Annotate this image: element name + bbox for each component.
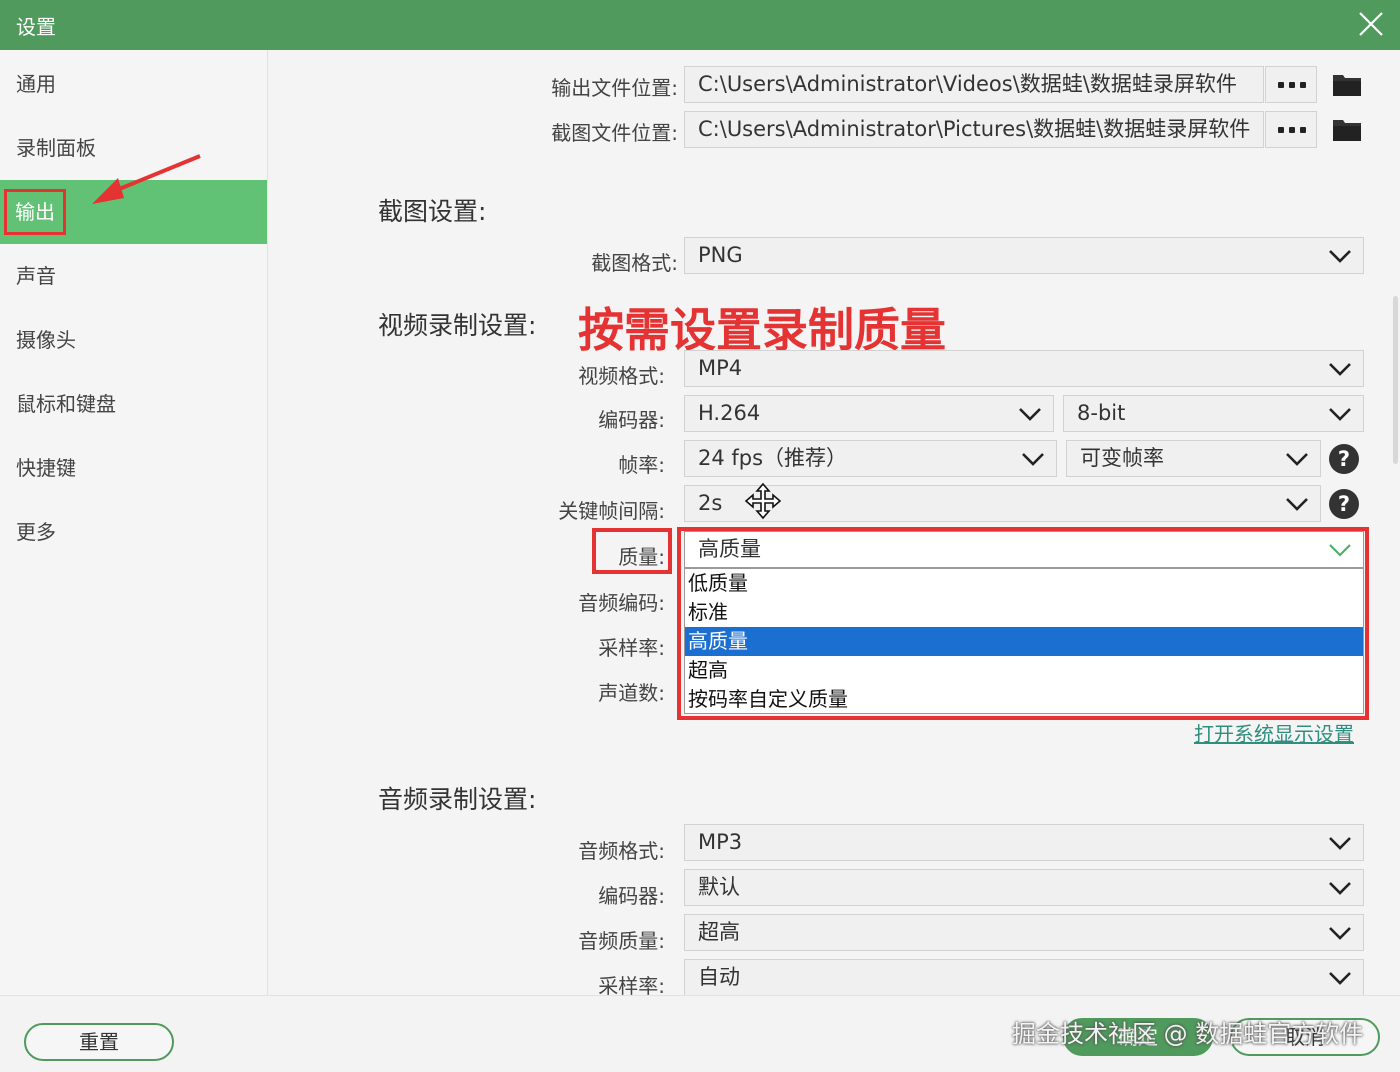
framerate-mode-select[interactable]: 可变帧率 [1066, 440, 1321, 477]
title-bar: 设置 [0, 0, 1400, 50]
audio-quality-label: 音频质量: [578, 929, 665, 953]
sidebar-item-label: 录制面板 [16, 136, 96, 160]
screenshot-settings-heading: 截图设置: [378, 197, 487, 226]
chevron-down-icon [1022, 453, 1044, 466]
keyframe-interval-label: 关键帧间隔: [558, 499, 665, 523]
window-title: 设置 [16, 15, 56, 39]
reset-button[interactable]: 重置 [24, 1023, 174, 1061]
framerate-value: 24 fps（推荐） [698, 446, 848, 470]
framerate-mode-value: 可变帧率 [1080, 446, 1164, 470]
audio-sample-rate-value: 自动 [698, 965, 740, 989]
sidebar-item-label: 声音 [16, 264, 56, 288]
sidebar-item-sound[interactable]: 声音 [0, 244, 267, 308]
audio-settings-heading: 音频录制设置: [378, 785, 537, 814]
chevron-down-icon [1329, 408, 1351, 421]
move-cursor-icon [744, 482, 782, 520]
video-path-label: 输出文件位置: [551, 76, 678, 100]
close-icon[interactable] [1356, 9, 1386, 39]
chevron-down-icon [1329, 972, 1351, 985]
open-folder-icon[interactable] [1332, 71, 1362, 97]
video-encoder-label: 编码器: [598, 408, 665, 432]
channels-label: 声道数: [598, 681, 665, 705]
sidebar-item-label: 通用 [16, 72, 56, 96]
chevron-down-icon [1286, 498, 1308, 511]
video-encoder-select[interactable]: H.264 [684, 395, 1054, 432]
bit-depth-select[interactable]: 8-bit [1063, 395, 1364, 432]
audio-format-select[interactable]: MP3 [684, 824, 1364, 861]
sidebar-item-label: 摄像头 [16, 328, 76, 352]
chevron-down-icon [1329, 250, 1351, 263]
video-format-select[interactable]: MP4 [684, 350, 1364, 387]
browse-video-path-button[interactable] [1265, 66, 1317, 103]
keyframe-help-icon[interactable]: ? [1329, 489, 1359, 519]
chevron-down-icon [1329, 837, 1351, 850]
annotation-arrow [92, 154, 201, 204]
screenshot-format-select[interactable]: PNG [684, 237, 1364, 274]
screenshot-format-label: 截图格式: [591, 251, 678, 275]
sidebar-item-camera[interactable]: 摄像头 [0, 308, 267, 372]
audio-quality-select[interactable]: 超高 [684, 914, 1364, 951]
sidebar-item-hotkeys[interactable]: 快捷键 [0, 436, 267, 500]
audio-format-label: 音频格式: [578, 839, 665, 863]
framerate-select[interactable]: 24 fps（推荐） [684, 440, 1057, 477]
screenshot-path-field[interactable]: C:\Users\Administrator\Pictures\数据蛙\数据蛙录… [684, 111, 1264, 148]
chevron-down-icon [1329, 927, 1351, 940]
sidebar-item-mouse-keyboard[interactable]: 鼠标和键盘 [0, 372, 267, 436]
video-format-value: MP4 [698, 356, 743, 380]
sidebar-item-label: 快捷键 [16, 456, 76, 480]
browse-screenshot-path-button[interactable] [1265, 111, 1317, 148]
sidebar-item-label: 鼠标和键盘 [16, 392, 116, 416]
sidebar-item-more[interactable]: 更多 [0, 500, 267, 564]
watermark: 掘金技术社区 @ 数据蛙官方软件 [1012, 1020, 1364, 1048]
audio-encoder-select[interactable]: 默认 [684, 869, 1364, 906]
chevron-down-icon [1329, 363, 1351, 376]
chevron-down-icon [1286, 453, 1308, 466]
chevron-down-icon [1329, 882, 1351, 895]
sidebar-item-general[interactable]: 通用 [0, 52, 267, 116]
framerate-label: 帧率: [618, 453, 665, 477]
video-path-field[interactable]: C:\Users\Administrator\Videos\数据蛙\数据蛙录屏软… [684, 66, 1264, 103]
audio-codec-label: 音频编码: [578, 591, 665, 615]
screenshot-format-value: PNG [698, 243, 743, 267]
chevron-down-icon [1019, 408, 1041, 421]
open-folder-icon[interactable] [1332, 116, 1362, 142]
keyframe-interval-value: 2s [698, 491, 723, 515]
framerate-help-icon[interactable]: ? [1329, 444, 1359, 474]
sample-rate-label: 采样率: [598, 636, 665, 660]
video-settings-heading: 视频录制设置: [378, 311, 537, 340]
bit-depth-value: 8-bit [1077, 401, 1126, 425]
open-display-settings-link[interactable]: 打开系统显示设置 [1194, 718, 1354, 747]
audio-format-value: MP3 [698, 830, 743, 854]
audio-encoder-value: 默认 [698, 875, 740, 899]
video-encoder-value: H.264 [698, 401, 761, 425]
video-format-label: 视频格式: [578, 364, 665, 388]
scrollbar-thumb[interactable] [1393, 296, 1398, 464]
screenshot-path-label: 截图文件位置: [551, 121, 678, 145]
audio-quality-value: 超高 [698, 920, 740, 944]
audio-sample-rate-select[interactable]: 自动 [684, 959, 1364, 996]
sidebar-item-label: 更多 [16, 520, 56, 544]
sidebar-item-label: 输出 [4, 189, 66, 235]
quality-dropdown-highlight [677, 527, 1369, 720]
quality-label: 质量: [618, 545, 665, 569]
audio-encoder-label: 编码器: [598, 884, 665, 908]
